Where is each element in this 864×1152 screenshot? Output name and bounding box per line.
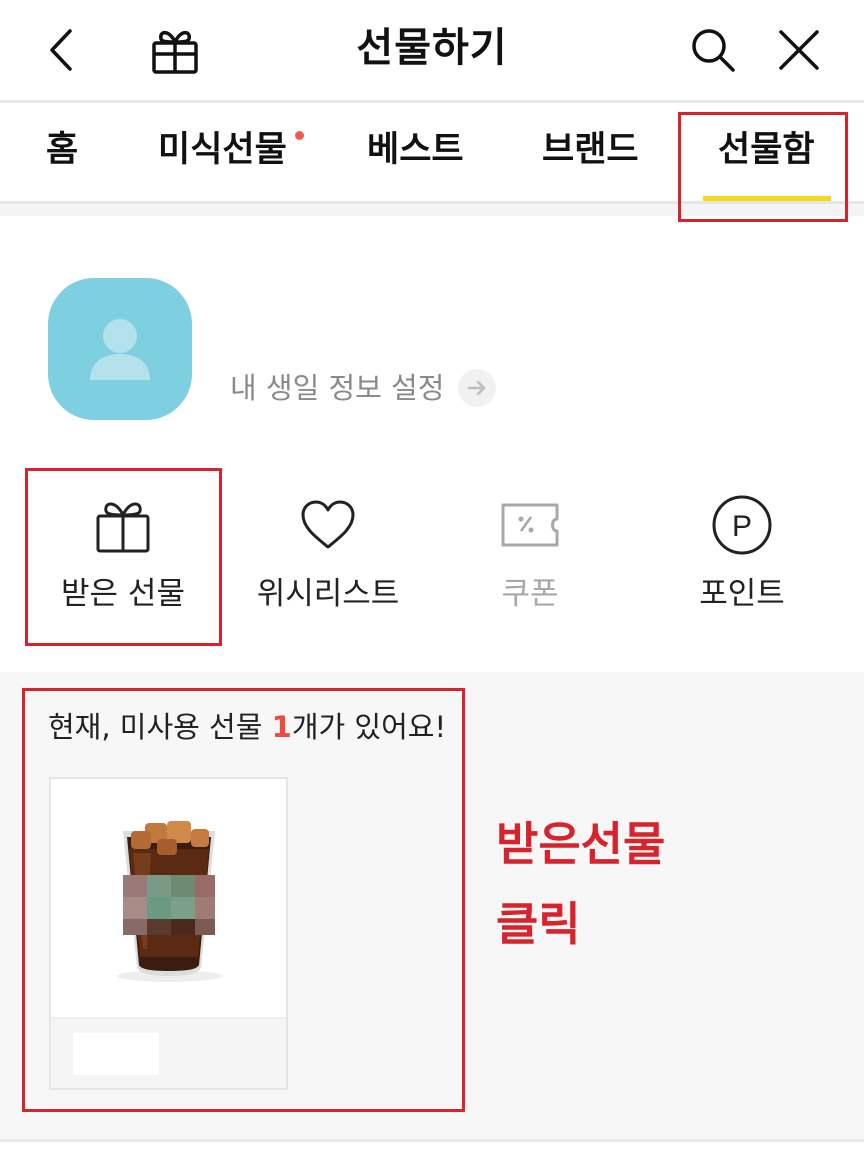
svg-text:P: P [732, 510, 752, 543]
tab-brand[interactable]: 브랜드 [542, 125, 639, 175]
menu-label: 쿠폰 [501, 576, 559, 612]
menu-coupon[interactable]: 쿠폰 [430, 490, 630, 630]
avatar[interactable] [48, 278, 192, 420]
arrow-right-icon [458, 369, 497, 407]
heart-icon [301, 500, 355, 549]
menu-label: 위시리스트 [256, 576, 400, 612]
bottom-spacer [0, 1142, 864, 1152]
tab-best[interactable]: 베스트 [367, 125, 464, 175]
menu-point[interactable]: P 포인트 [642, 490, 842, 630]
birthday-settings-label: 내 생일 정보 설정 [230, 371, 445, 405]
highlight-box-received-gifts [25, 468, 222, 646]
tab-gourmet-gift[interactable]: 미식선물 [158, 125, 287, 175]
highlight-box-unused-gifts [22, 688, 465, 1112]
app-header: 선물하기 [0, 0, 864, 100]
coupon-icon [501, 503, 559, 547]
point-icon: P [712, 495, 772, 555]
menu-label: 포인트 [699, 576, 785, 612]
menu-wishlist[interactable]: 위시리스트 [228, 490, 428, 630]
close-icon [779, 30, 819, 70]
person-icon [90, 319, 150, 380]
search-icon [692, 29, 735, 72]
highlight-box-gift-box-tab [678, 112, 848, 222]
new-badge-dot [295, 131, 304, 140]
close-button[interactable] [768, 20, 830, 80]
tab-home[interactable]: 홈 [46, 125, 78, 175]
birthday-settings-link[interactable]: 내 생일 정보 설정 [230, 366, 497, 410]
search-button[interactable] [682, 20, 744, 80]
annotation-label-line2: 클릭 [496, 897, 581, 951]
annotation-label-line1: 받은선물 [496, 817, 666, 871]
